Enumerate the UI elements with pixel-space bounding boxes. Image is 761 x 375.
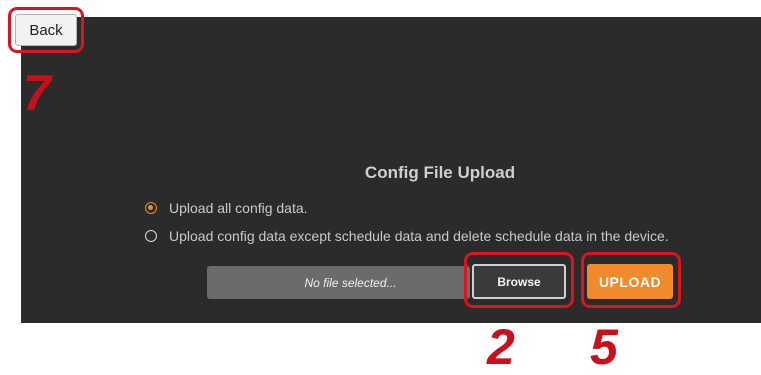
step-number-2: 2 — [487, 319, 515, 375]
option-upload-except-schedule-label: Upload config data except schedule data … — [169, 228, 669, 244]
radio-selected-icon[interactable] — [145, 202, 157, 214]
callout-browse-highlight — [464, 252, 574, 308]
option-upload-all-label: Upload all config data. — [169, 200, 308, 216]
callout-upload-highlight — [581, 252, 681, 308]
page-title: Config File Upload — [364, 163, 516, 182]
step-number-5: 5 — [590, 319, 618, 375]
option-upload-except-schedule[interactable]: Upload config data except schedule data … — [145, 228, 669, 244]
callout-back-highlight — [8, 7, 84, 53]
radio-unselected-icon[interactable] — [145, 230, 157, 242]
option-upload-all[interactable]: Upload all config data. — [145, 200, 308, 216]
step-number-7: 7 — [23, 65, 51, 121]
file-name-field[interactable]: No file selected... — [207, 266, 470, 299]
